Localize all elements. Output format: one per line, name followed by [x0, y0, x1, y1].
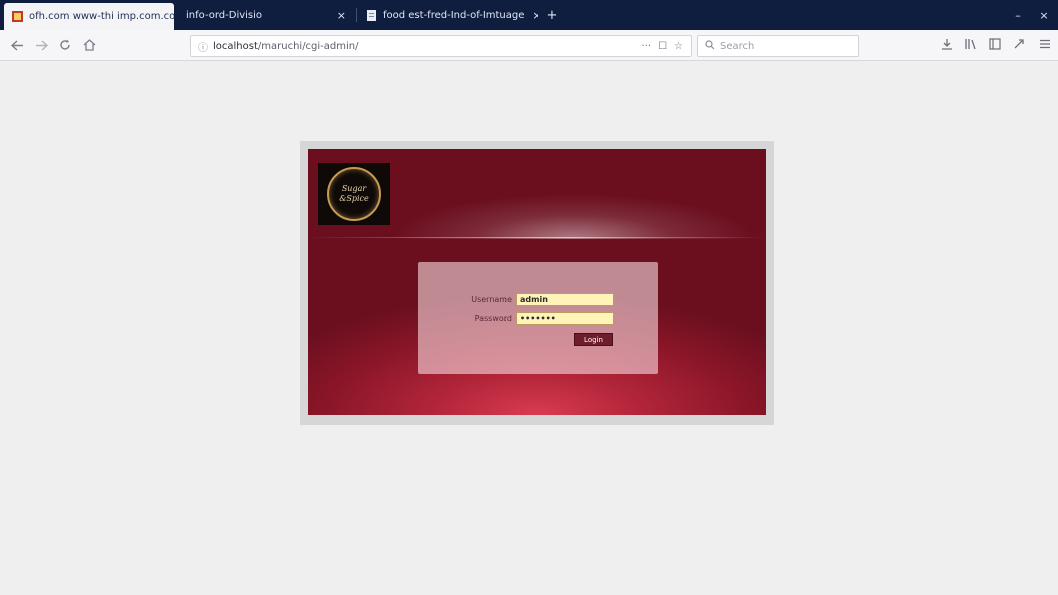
forward-icon[interactable] [30, 34, 52, 56]
logo-text-line1: Sugar [341, 184, 367, 193]
page-content: Sugar &Spice Username : admin Password :… [0, 61, 1058, 595]
login-form: Username : admin Password : ••••••• Logi… [418, 262, 658, 374]
home-icon[interactable] [78, 34, 100, 56]
password-input[interactable]: ••••••• [516, 312, 614, 325]
logo-text-line2: &Spice [339, 194, 369, 203]
address-actions: ··· ☐ ☆ [642, 41, 691, 52]
reload-icon[interactable] [54, 34, 76, 56]
library-icon[interactable] [962, 34, 980, 54]
username-row: Username : admin [418, 293, 658, 309]
login-panel: Sugar &Spice Username : admin Password :… [308, 149, 766, 415]
search-placeholder: Search [720, 40, 755, 52]
header-divider [308, 237, 766, 238]
login-button[interactable]: Login [574, 333, 613, 346]
tab-separator [356, 8, 357, 22]
search-field[interactable]: Search [697, 35, 859, 57]
tab-label: food est-fred-Ind-of-Imtuage [383, 9, 525, 21]
url-host: localhost [213, 40, 258, 52]
menu-icon[interactable] [1036, 34, 1054, 54]
navigation-bar: ⓘ localhost /maruchi/cgi-admin/ ··· ☐ ☆ … [0, 30, 1058, 61]
favicon-icon [12, 11, 23, 22]
password-row: Password : ••••••• [418, 312, 658, 328]
minimize-icon[interactable]: – [1008, 0, 1028, 30]
url-path: /maruchi/cgi-admin/ [257, 40, 359, 52]
tab-active[interactable]: ofh.com www-thi imp.com.com × [4, 3, 174, 30]
tab-bar: ofh.com www-thi imp.com.com × info-ord-D… [0, 0, 1058, 30]
window-close-icon[interactable]: × [1034, 0, 1054, 30]
tab-label: ofh.com www-thi imp.com.com [29, 11, 174, 22]
tab-close-icon[interactable]: × [524, 9, 538, 22]
tab-3[interactable]: food est-fred-Ind-of-Imtuage × [358, 0, 538, 30]
page-actions-icon[interactable]: ··· [642, 41, 652, 52]
password-colon: : [504, 314, 507, 323]
tab-2[interactable]: info-ord-Divisio × [178, 0, 354, 30]
back-icon[interactable] [6, 34, 28, 56]
page-icon [367, 9, 376, 21]
extension-icon[interactable] [1010, 34, 1028, 54]
login-frame: Sugar &Spice Username : admin Password :… [300, 141, 774, 425]
address-bar[interactable]: ⓘ localhost /maruchi/cgi-admin/ ··· ☐ ☆ [190, 35, 692, 57]
download-icon[interactable] [938, 34, 956, 54]
search-icon [705, 39, 715, 53]
tab-close-icon[interactable]: × [329, 9, 354, 22]
sidebar-icon[interactable] [986, 34, 1004, 54]
username-input[interactable]: admin [516, 293, 614, 306]
tab-label: info-ord-Divisio [186, 9, 263, 21]
logo: Sugar &Spice [318, 163, 390, 225]
info-icon[interactable]: ⓘ [198, 39, 208, 54]
logo-emblem: Sugar &Spice [327, 167, 381, 221]
new-tab-button[interactable]: + [542, 0, 562, 30]
bookmark-star-icon[interactable]: ☆ [674, 41, 683, 52]
pocket-icon[interactable]: ☐ [658, 41, 667, 52]
username-colon: : [504, 295, 507, 304]
